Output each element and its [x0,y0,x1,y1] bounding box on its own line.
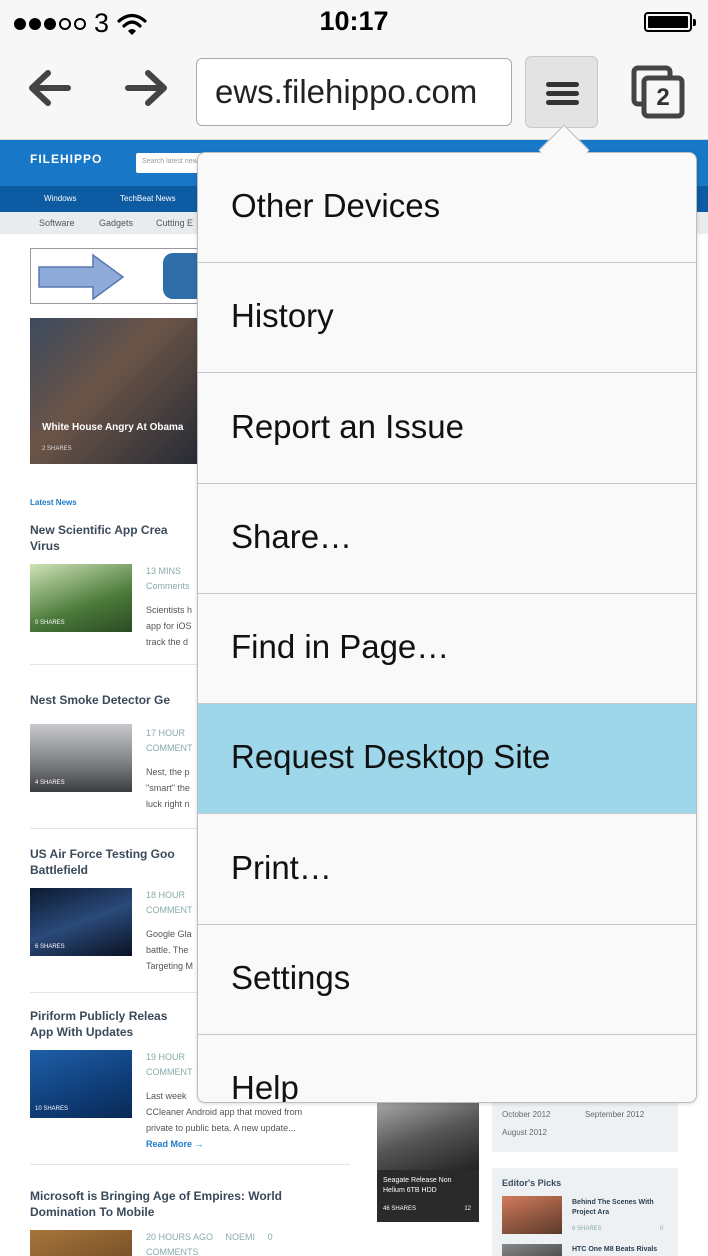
pick-thumbnail[interactable] [502,1196,562,1234]
editors-picks-heading: Editor's Picks [502,1178,562,1188]
article-time: 13 MINS [146,566,182,576]
site-subnav-item[interactable]: Gadgets [99,218,133,228]
back-button[interactable] [24,62,76,114]
browser-menu: Other Devices History Report an Issue Sh… [197,152,697,1103]
hero-shares: 2 SHARES [42,446,72,452]
article-comment-count[interactable]: 0 [268,1232,273,1242]
article-shares: 6 SHARES [35,944,65,950]
pick-title[interactable]: Behind The Scenes With Project Ara [572,1198,672,1218]
article-title-line2[interactable]: Domination To Mobile [30,1204,330,1220]
menu-item-print[interactable]: Print… [198,815,696,925]
tabs-button[interactable]: 2 [630,64,686,120]
sidebar-story-card[interactable]: Seagate Release Non Helium 6TB HDD 46 SH… [377,1090,479,1222]
article-comments[interactable]: COMMENT [146,903,193,918]
tab-count: 2 [656,84,670,111]
site-subnav-item[interactable]: Cutting E [156,218,193,228]
article-time: 19 HOUR [146,1052,186,1062]
archive-link[interactable]: October 2012 [502,1110,550,1119]
pick-shares: 6 SHARES [572,1226,602,1232]
menu-item-settings[interactable]: Settings [198,925,696,1035]
menu-item-share[interactable]: Share… [198,484,696,594]
menu-item-label: Help [231,1069,299,1103]
article-thumbnail[interactable]: 6 SHARES [30,888,132,956]
article-meta: 18 HOUR COMMENT [146,888,193,918]
menu-button[interactable] [525,56,598,128]
article-thumbnail[interactable]: 4 SHARES [30,724,132,792]
article-meta: 17 HOUR COMMENT [146,726,193,756]
forward-arrow-icon [125,70,167,106]
article-thumbnail[interactable] [30,1230,132,1256]
battery-icon [644,12,696,32]
menu-item-history[interactable]: History [198,263,696,373]
sidebar-story-title: Seagate Release Non Helium 6TB HDD [383,1177,452,1194]
article-time: 18 HOUR [146,890,186,900]
editors-picks-box: Editor's Picks Behind The Scenes With Pr… [492,1168,678,1256]
site-subnav-item[interactable]: Software [39,218,75,228]
archive-link[interactable]: August 2012 [502,1128,547,1137]
pick-thumbnail[interactable] [502,1244,562,1256]
article-thumbnail[interactable]: 0 SHARES [30,564,132,632]
article-comments[interactable]: COMMENT [146,741,193,756]
menu-item-other-devices[interactable]: Other Devices [198,153,696,263]
article-title[interactable]: Microsoft is Bringing Age of Empires: Wo… [30,1188,350,1204]
hero-title: White House Angry At Obama [42,422,184,433]
article-shares: 0 SHARES [35,620,65,626]
sidebar-story-comments: 12 [464,1206,471,1212]
status-bar: 3 10:17 [0,0,708,44]
clock: 10:17 [319,6,389,36]
site-nav-item[interactable]: TechBeat News [120,194,176,203]
archive-link[interactable]: September 2012 [585,1110,644,1119]
arrow-ad-graphic [38,253,223,301]
hero-story[interactable]: White House Angry At Obama 2 SHARES [30,318,220,464]
menu-item-label: Request Desktop Site [231,738,551,775]
article-author[interactable]: NOEMI [226,1232,256,1242]
menu-item-label: Report an Issue [231,408,464,445]
site-logo[interactable]: FILEHIPPO [30,152,102,166]
menu-item-report-issue[interactable]: Report an Issue [198,374,696,484]
menu-item-label: Find in Page… [231,628,450,665]
divider [30,1164,350,1165]
ad-banner[interactable] [30,248,223,304]
menu-item-label: Print… [231,849,332,886]
article-time: 17 HOUR [146,728,186,738]
site-nav-item[interactable]: Windows [44,194,76,203]
article-meta: 20 HOURS AGO NOEMI 0 COMMENTS [146,1230,273,1256]
article-comments[interactable]: COMMENT [146,1065,193,1080]
article-comments[interactable]: Comments [146,579,190,594]
article-meta: 19 HOUR COMMENT [146,1050,193,1080]
article-meta: 13 MINS Comments [146,564,190,594]
article-shares: 4 SHARES [35,780,65,786]
menu-item-label: History [231,297,334,334]
read-more-link[interactable]: Read More → [146,1139,204,1149]
latest-news-heading: Latest News [30,498,77,507]
forward-button[interactable] [120,62,172,114]
menu-item-find-in-page[interactable]: Find in Page… [198,594,696,704]
pick-comments: 0 [660,1226,664,1232]
sidebar-story-shares: 46 SHARES [383,1206,417,1212]
article-item[interactable]: Microsoft is Bringing Age of Empires: Wo… [30,1188,370,1256]
menu-item-help[interactable]: Help [198,1035,696,1103]
menu-item-label: Other Devices [231,187,441,224]
article-comments[interactable]: COMMENTS [146,1245,273,1256]
pick-title[interactable]: HTC One M8 Beats Rivals [572,1246,672,1253]
article-shares: 10 SHARES [35,1106,69,1112]
browser-toolbar: ews.filehippo.com 2 [0,44,708,140]
menu-item-label: Share… [231,518,353,555]
browser-window: 3 10:17 ews.filehippo.com 2 FILEHIPPO Se… [0,0,708,1256]
article-thumbnail[interactable]: 10 SHARES [30,1050,132,1118]
url-field[interactable]: ews.filehippo.com [196,58,512,126]
menu-item-label: Settings [231,959,351,996]
article-time: 20 HOURS AGO [146,1232,214,1242]
back-arrow-icon [29,70,71,106]
menu-item-request-desktop-site[interactable]: Request Desktop Site [198,704,696,814]
